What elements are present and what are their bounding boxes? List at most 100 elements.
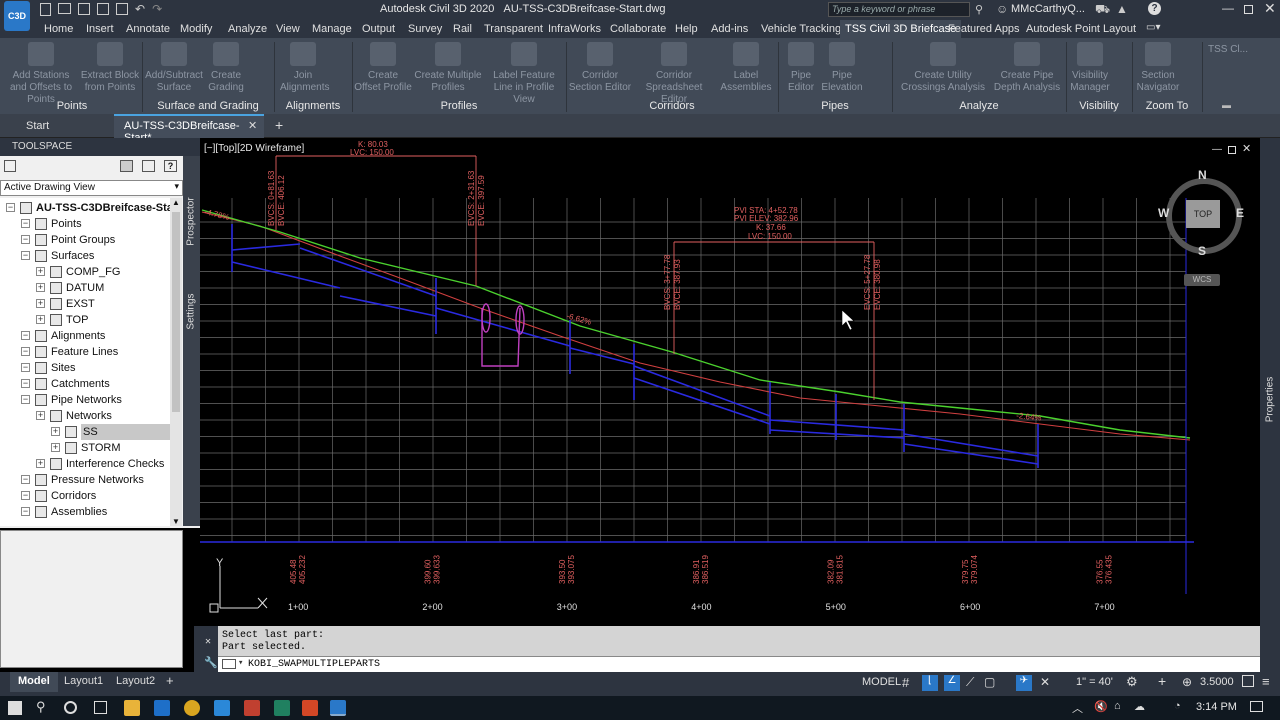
expand-toggle-icon[interactable]: − — [21, 219, 30, 228]
create-multiple-profiles-button[interactable]: Create Multiple Profiles — [414, 42, 482, 94]
tab-manage[interactable]: Manage — [310, 20, 354, 38]
osnap-icon[interactable]: ▢ — [984, 675, 995, 689]
plot-icon[interactable] — [116, 3, 128, 15]
new-tab-icon[interactable]: + — [275, 117, 283, 133]
tray-chevron-icon[interactable]: ︿ — [1072, 700, 1083, 716]
command-prompt-icon[interactable] — [222, 659, 236, 669]
expand-toggle-icon[interactable]: − — [21, 363, 30, 372]
tree-scrollbar[interactable]: ▲ ▼ — [170, 198, 182, 526]
viewport-minimize-icon[interactable]: — — [1212, 144, 1222, 155]
tss-overflow-button[interactable]: TSS Cl... — [1206, 44, 1250, 56]
command-settings-icon[interactable]: 🔧 — [204, 656, 218, 670]
section-navigator-button[interactable]: Section Navigator — [1134, 42, 1182, 94]
wcs-menu[interactable]: WCS — [1184, 274, 1220, 286]
command-dropdown-icon[interactable]: ▾ — [238, 658, 243, 668]
cart-icon[interactable]: ⛟ — [1095, 2, 1110, 18]
pipe-depth-analysis-button[interactable]: Create Pipe Depth Analysis — [992, 42, 1062, 94]
expand-toggle-icon[interactable]: + — [36, 299, 45, 308]
label-assemblies-button[interactable]: Label Assemblies — [716, 42, 776, 94]
command-input[interactable]: ▾ KOBI_SWAPMULTIPLEPARTS — [218, 656, 1260, 672]
toolspace-settings-icon[interactable] — [4, 160, 16, 172]
restore-icon[interactable] — [1244, 5, 1253, 14]
workspace-gear-icon[interactable]: ⚙ — [1126, 674, 1138, 690]
viewport-restore-icon[interactable] — [1228, 146, 1236, 154]
utility-crossings-button[interactable]: Create Utility Crossings Analysis — [898, 42, 988, 94]
polar-icon[interactable]: ⟋ — [966, 675, 974, 690]
cortana-icon[interactable] — [64, 701, 77, 714]
tab-collaborate[interactable]: Collaborate — [608, 20, 668, 38]
expand-toggle-icon[interactable]: − — [21, 507, 30, 516]
ribbon-expand-icon[interactable]: ▬ — [1222, 100, 1231, 110]
toolspace-help-icon[interactable]: ? — [164, 160, 177, 172]
close-icon[interactable]: ✕ — [1264, 0, 1276, 17]
save-icon[interactable] — [78, 3, 90, 15]
properties-tab[interactable]: Properties — [1265, 370, 1276, 430]
task-view-icon[interactable] — [94, 701, 107, 714]
viewport-close-icon[interactable]: ✕ — [1242, 142, 1251, 155]
toolspace-toggle-icon[interactable] — [120, 160, 133, 172]
wifi-icon[interactable]: ◔ — [1174, 700, 1181, 712]
tab-help[interactable]: Help — [673, 20, 700, 38]
tree-item[interactable]: + DATUM — [0, 280, 170, 296]
expand-toggle-icon[interactable]: − — [6, 203, 15, 212]
add-subtract-surface-button[interactable]: Add/Subtract Surface — [144, 42, 204, 94]
tree-item[interactable]: + SS — [0, 424, 170, 440]
expand-toggle-icon[interactable]: + — [36, 411, 45, 420]
expand-toggle-icon[interactable]: + — [36, 315, 45, 324]
tree-item[interactable]: + Interference Checks — [0, 456, 170, 472]
tab-output[interactable]: Output — [360, 20, 397, 38]
expand-toggle-icon[interactable]: − — [21, 475, 30, 484]
tab-insert[interactable]: Insert — [84, 20, 116, 38]
add-layout-icon[interactable]: + — [166, 673, 174, 688]
app-icon-2[interactable] — [244, 700, 260, 716]
notifications-icon[interactable] — [1250, 701, 1263, 712]
compass-s[interactable]: S — [1198, 244, 1206, 258]
close-tab-icon[interactable]: ✕ — [248, 119, 257, 132]
tab-analyze[interactable]: Analyze — [226, 20, 269, 38]
expand-toggle-icon[interactable]: + — [51, 427, 60, 436]
tab-transparent[interactable]: Transparent — [482, 20, 545, 38]
drawing-area[interactable]: [−][Top][2D Wireframe] K: 80.03 LVC: 150… — [200, 138, 1260, 624]
tree-item[interactable]: − Pressure Networks — [0, 472, 170, 488]
expand-toggle-icon[interactable]: + — [36, 283, 45, 292]
expand-toggle-icon[interactable]: − — [21, 251, 30, 260]
view-select[interactable]: Active Drawing View ▾ — [0, 180, 183, 196]
grid-icon[interactable]: # — [902, 675, 909, 690]
compass-n[interactable]: N — [1198, 168, 1207, 182]
add-stations-offsets-button[interactable]: Add Stations and Offsets to Points — [4, 42, 78, 106]
tree-item[interactable]: − Surfaces — [0, 248, 170, 264]
onedrive-icon[interactable]: ☁ — [1134, 700, 1145, 713]
save-as-icon[interactable] — [97, 3, 109, 15]
expand-toggle-icon[interactable]: − — [21, 379, 30, 388]
clock[interactable]: 3:14 PM — [1196, 701, 1237, 713]
help-icon[interactable]: ? — [1148, 2, 1161, 15]
tab-tss-civil-3d-briefcase[interactable]: TSS Civil 3D Briefcase — [840, 20, 962, 38]
snap-icon[interactable]: ⌊ — [922, 675, 938, 691]
expand-toggle-icon[interactable]: − — [21, 347, 30, 356]
compass-e[interactable]: E — [1236, 206, 1244, 220]
expand-toggle-icon[interactable]: + — [36, 267, 45, 276]
tab-autodesk-point-layout[interactable]: Autodesk Point Layout — [1024, 20, 1138, 38]
status-value[interactable]: 3.5000 — [1200, 676, 1234, 688]
annotation-visibility-icon[interactable]: ✕ — [1040, 675, 1050, 689]
search-box[interactable]: Type a keyword or phrase — [828, 2, 970, 17]
tab-layout1[interactable]: Layout1 — [64, 675, 103, 687]
civil3d-taskbar-icon[interactable] — [330, 700, 346, 716]
tab-rail[interactable]: Rail — [451, 20, 474, 38]
outlook-icon[interactable] — [154, 700, 170, 716]
tree-item[interactable]: + Networks — [0, 408, 170, 424]
model-space-button[interactable]: MODEL — [862, 676, 901, 688]
tab-featured-apps[interactable]: Featured Apps — [946, 20, 1022, 38]
new-icon[interactable] — [40, 3, 51, 16]
drawing-tab[interactable]: AU-TSS-C3DBreifcase-Start* ✕ — [114, 114, 264, 144]
visibility-manager-button[interactable]: Visibility Manager — [1068, 42, 1112, 94]
corridor-section-editor-button[interactable]: Corridor Section Editor — [568, 42, 632, 94]
undo-icon[interactable]: ↶ — [135, 3, 145, 16]
tree-item[interactable]: − Sites — [0, 360, 170, 376]
tree-item[interactable]: − Catchments — [0, 376, 170, 392]
search-input[interactable]: Type a keyword or phrase — [832, 4, 935, 14]
user-name[interactable]: MMcCarthyQ... — [1011, 3, 1085, 15]
search-icon[interactable]: ⚲ — [36, 699, 46, 715]
compass-w[interactable]: W — [1158, 206, 1169, 220]
file-explorer-icon[interactable] — [124, 700, 140, 716]
